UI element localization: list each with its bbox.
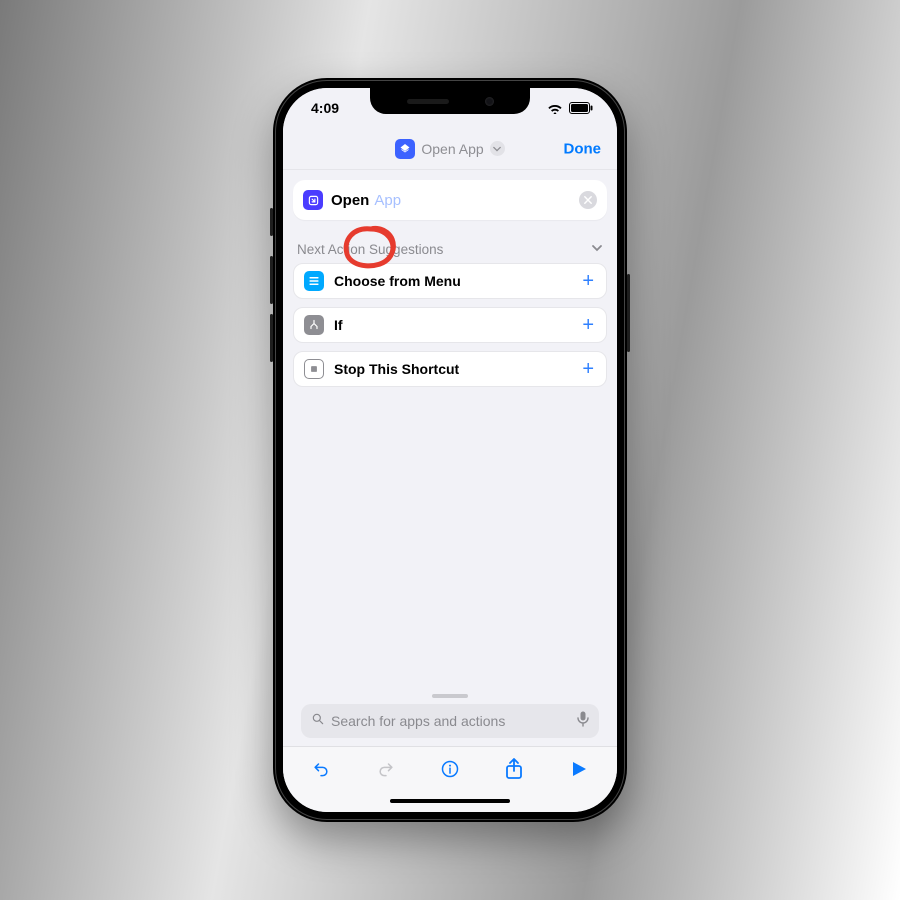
notch	[370, 88, 530, 114]
open-app-action-card[interactable]: Open App	[293, 180, 607, 220]
home-indicator[interactable]	[283, 790, 617, 812]
done-button[interactable]: Done	[564, 140, 602, 157]
add-suggestion-button[interactable]: +	[580, 315, 596, 335]
suggestion-label: If	[334, 317, 343, 333]
mic-icon[interactable]	[577, 711, 589, 732]
wifi-icon	[547, 102, 563, 114]
info-button[interactable]	[430, 749, 470, 789]
screen: 4:09 Open App Done	[283, 88, 617, 812]
suggestions-header[interactable]: Next Action Suggestions	[293, 242, 607, 263]
battery-icon	[569, 102, 593, 114]
suggestion-if[interactable]: If +	[293, 307, 607, 343]
stop-icon	[304, 359, 324, 379]
suggestion-label: Choose from Menu	[334, 273, 461, 289]
action-text: Open App	[331, 192, 401, 209]
suggestion-label: Stop This Shortcut	[334, 361, 459, 377]
shortcut-icon	[395, 139, 415, 159]
clear-action-button[interactable]	[579, 191, 597, 209]
search-icon	[311, 712, 325, 731]
run-button[interactable]	[559, 749, 599, 789]
search-input[interactable]	[331, 713, 577, 729]
add-suggestion-button[interactable]: +	[580, 271, 596, 291]
ringer-switch	[270, 208, 273, 236]
chevron-down-icon	[490, 141, 505, 156]
action-app-param[interactable]: App	[374, 192, 401, 209]
add-suggestion-button[interactable]: +	[580, 359, 596, 379]
editor-content: Open App Next Action Suggestions Choose …	[283, 170, 617, 746]
volume-up	[270, 256, 273, 304]
shortcut-title-chip[interactable]: Open App	[395, 139, 504, 159]
chevron-down-icon	[591, 242, 603, 257]
search-bar[interactable]	[301, 704, 599, 738]
nav-bar: Open App Done	[283, 128, 617, 170]
front-camera	[485, 97, 494, 106]
drag-handle[interactable]	[432, 694, 468, 698]
suggestion-choose-from-menu[interactable]: Choose from Menu +	[293, 263, 607, 299]
action-verb: Open	[331, 192, 369, 209]
menu-icon	[304, 271, 324, 291]
status-time: 4:09	[311, 100, 339, 116]
undo-button[interactable]	[301, 749, 341, 789]
shortcut-title: Open App	[421, 141, 483, 157]
editor-toolbar	[283, 746, 617, 790]
open-app-icon	[303, 190, 323, 210]
redo-button[interactable]	[366, 749, 406, 789]
suggestion-stop-shortcut[interactable]: Stop This Shortcut +	[293, 351, 607, 387]
phone-frame: 4:09 Open App Done	[273, 78, 627, 822]
power-button	[627, 274, 630, 352]
suggestions-header-label: Next Action Suggestions	[297, 242, 443, 257]
bottom-panel	[293, 694, 607, 746]
share-button[interactable]	[494, 749, 534, 789]
volume-down	[270, 314, 273, 362]
speaker	[407, 99, 449, 104]
branch-icon	[304, 315, 324, 335]
